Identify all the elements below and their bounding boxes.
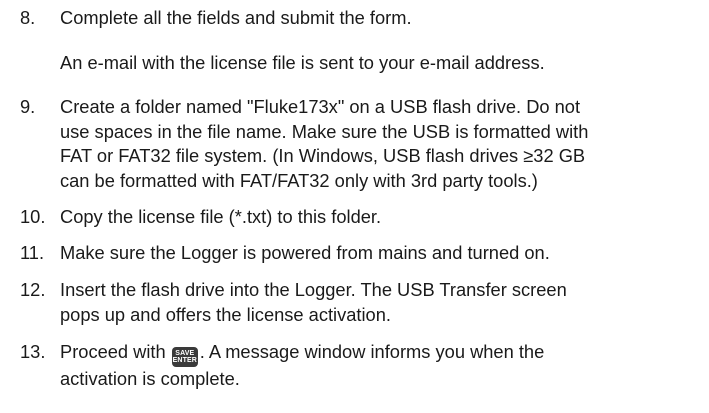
- step-text-line: Insert the flash drive into the Logger. …: [60, 279, 567, 300]
- key-label-top: SAVE: [175, 350, 195, 357]
- step-note: An e-mail with the license file is sent …: [60, 52, 545, 73]
- step-text-line: Make sure the Logger is powered from mai…: [60, 242, 550, 263]
- step-text-segment: . A message window informs you when the: [199, 341, 545, 362]
- instruction-document: 8. Complete all the fields and submit th…: [0, 0, 709, 413]
- step-number: 9.: [20, 96, 36, 117]
- step-text: Make sure the Logger is powered from mai…: [60, 241, 706, 266]
- step-text-line: Copy the license file (*.txt) to this fo…: [60, 206, 382, 227]
- step-text-line: pops up and offers the license activatio…: [60, 303, 391, 325]
- step-number: 10.: [20, 206, 46, 227]
- step-text-line: can be formatted with FAT/FAT32 only wit…: [60, 169, 538, 191]
- step-text: Complete all the fields and submit the f…: [60, 6, 706, 31]
- step-text: Insert the flash drive into the Logger. …: [60, 278, 706, 327]
- step-text-line: use spaces in the file name. Make sure t…: [60, 120, 589, 142]
- step-text: Copy the license file (*.txt) to this fo…: [60, 205, 706, 230]
- step-number: 13.: [20, 341, 46, 362]
- save-enter-key-icon: SAVE ENTER: [171, 347, 198, 367]
- step-number: 11.: [20, 242, 45, 263]
- step-number: 12.: [20, 279, 46, 300]
- step-text-line: Complete all the fields and submit the f…: [60, 7, 412, 28]
- step-text: Proceed with SAVE ENTER. A message window…: [60, 340, 706, 392]
- step-text-line: Proceed with SAVE ENTER. A message window…: [60, 340, 706, 367]
- step-text-line: FAT or FAT32 file system. (In Windows, U…: [60, 145, 586, 166]
- key-label-bottom: ENTER: [172, 357, 197, 364]
- step-text: Create a folder named "Fluke173x" on a U…: [60, 95, 706, 193]
- step-text-segment: Proceed with: [60, 341, 166, 362]
- step-text-line: Create a folder named "Fluke173x" on a U…: [60, 96, 581, 117]
- step-number: 8.: [20, 7, 36, 28]
- step-text-line: activation is complete.: [60, 368, 240, 389]
